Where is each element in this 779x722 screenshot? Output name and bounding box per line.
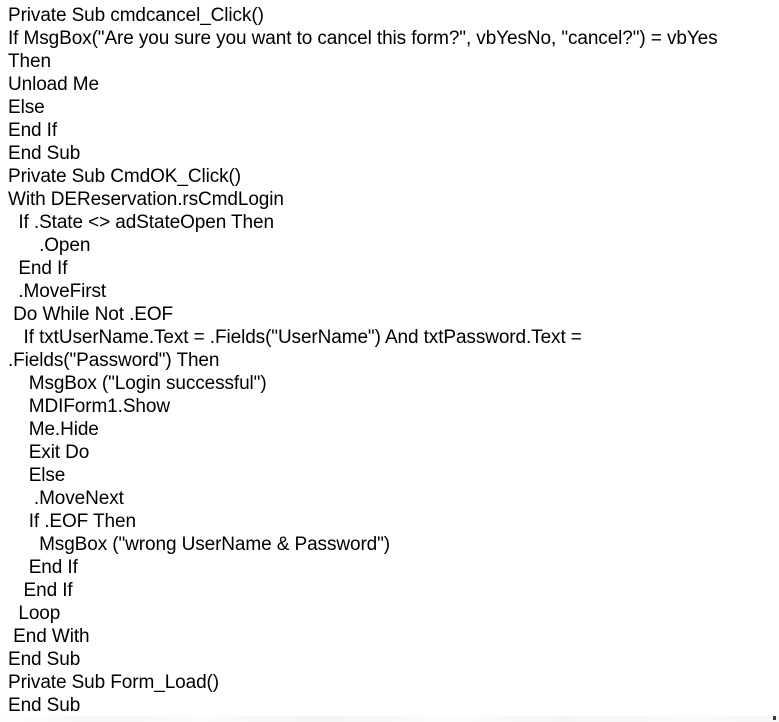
code-page: Private Sub cmdcancel_Click() If MsgBox(… [0,0,779,722]
code-line: .MoveNext [8,488,124,509]
code-line: End Sub [8,143,81,164]
code-line: With DEReservation.rsCmdLogin [8,189,284,210]
code-line: End If [8,120,58,141]
code-line: Private Sub CmdOK_Click() [8,166,241,187]
code-line: End If [8,580,73,601]
code-line: If MsgBox("Are you sure you want to canc… [8,28,718,49]
code-line: If txtUserName.Text = .Fields("UserName"… [8,327,582,348]
code-line: .Fields("Password") Then [8,350,220,371]
code-line: If .EOF Then [8,511,136,532]
code-line: .Open [8,235,91,256]
code-line: Private Sub cmdcancel_Click() [8,5,264,26]
code-line: .MoveFirst [8,281,107,302]
code-line: End With [8,626,90,647]
code-line: Loop [8,603,61,624]
code-line: MDIForm1.Show [8,396,170,417]
code-line: MsgBox ("Login successful") [8,373,267,394]
code-line: Then [8,51,51,72]
code-line: If .State <> adStateOpen Then [8,212,274,233]
code-line: Private Sub Form_Load() [8,672,220,693]
code-line: Unload Me [8,74,99,95]
code-line: Exit Do [8,442,90,463]
code-listing: Private Sub cmdcancel_Click() If MsgBox(… [0,0,779,717]
code-line: End If [8,557,78,578]
code-line: End Sub [8,649,81,670]
code-line: End Sub [8,695,81,716]
code-line: Else [8,465,66,486]
code-line: Me.Hide [8,419,99,440]
code-line: End If [8,258,68,279]
code-line: Else [8,97,45,118]
code-line: MsgBox ("wrong UserName & Password") [8,534,391,555]
code-line: Do While Not .EOF [8,304,174,325]
